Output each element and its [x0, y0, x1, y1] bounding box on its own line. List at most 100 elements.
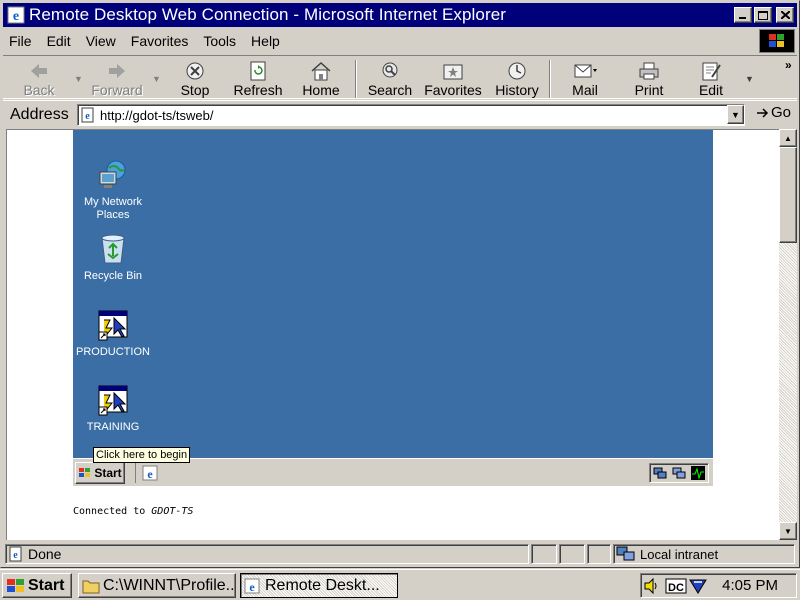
maximize-button[interactable]: [754, 7, 772, 23]
antivirus-icon[interactable]: [689, 577, 707, 595]
svg-text:e: e: [85, 111, 90, 122]
security-zone[interactable]: Local intranet: [613, 544, 795, 564]
windows-flag-icon: [7, 578, 24, 592]
svg-text:DC: DC: [668, 582, 684, 594]
desktop-icon-my-network-places[interactable]: My Network Places: [73, 158, 153, 222]
home-button[interactable]: Home: [299, 58, 343, 98]
shortcut-app-icon: [98, 310, 128, 341]
connected-server: GDOT-TS: [151, 506, 194, 517]
forward-arrow-icon: [109, 64, 125, 78]
maximize-icon: [758, 10, 768, 20]
minimize-button[interactable]: [734, 7, 752, 23]
ie-icon[interactable]: e: [142, 465, 158, 481]
edit-dropdown-icon[interactable]: ▼: [745, 74, 754, 84]
title-bar[interactable]: e Remote Desktop Web Connection - Micros…: [3, 3, 797, 27]
connection-status: Connected to GDOT-TS: [73, 506, 193, 517]
menu-bar: File Edit View Favorites Tools Help: [3, 29, 797, 53]
remote-system-tray: [649, 463, 709, 483]
svg-text:e: e: [249, 580, 255, 594]
desktop-icon-recycle-bin[interactable]: Recycle Bin: [73, 232, 153, 283]
stop-button[interactable]: Stop: [175, 58, 215, 98]
scroll-up-button[interactable]: ▲: [779, 129, 797, 147]
connected-prefix: Connected to: [73, 506, 152, 517]
performance-monitor-icon[interactable]: [691, 466, 706, 480]
stop-icon: [186, 62, 204, 80]
task-label: Remote Deskt...: [265, 576, 380, 594]
toolbar-separator: [549, 60, 551, 98]
edit-button[interactable]: Edit: [693, 58, 729, 98]
mail-button[interactable]: Mail: [565, 58, 605, 98]
windows-flag-icon: [79, 468, 91, 477]
home-icon: [311, 61, 331, 81]
remote-start-button[interactable]: Start: [75, 462, 125, 484]
print-icon: [639, 62, 659, 80]
history-icon: [508, 62, 526, 80]
desktop-icon-label: Places: [96, 209, 130, 221]
print-button[interactable]: Print: [629, 58, 669, 98]
back-button[interactable]: Back: [19, 58, 59, 98]
desktop-icon-label: Recycle Bin: [83, 270, 143, 282]
network-icon[interactable]: [653, 466, 667, 480]
search-icon: [382, 62, 398, 78]
menu-edit[interactable]: Edit: [47, 33, 71, 49]
forward-dropdown-icon[interactable]: ▼: [152, 74, 161, 84]
chevron-down-icon: ▼: [784, 526, 792, 536]
forward-button[interactable]: Forward: [89, 58, 145, 98]
close-button[interactable]: [776, 7, 794, 23]
history-button[interactable]: History: [493, 58, 541, 98]
desktop-icon-training[interactable]: TRAINING: [73, 383, 153, 434]
toolbar-more-chevron[interactable]: »: [785, 58, 792, 72]
network-icon[interactable]: [672, 466, 686, 480]
vertical-scrollbar[interactable]: ▲ ▼: [779, 129, 797, 540]
address-dropdown-button[interactable]: ▼: [727, 105, 744, 124]
remote-desktop-screen[interactable]: My Network Places Recycle Bin PRODUCTION…: [73, 130, 713, 486]
task-button-remote-desktop[interactable]: e Remote Deskt...: [240, 573, 398, 598]
ie-window: e Remote Desktop Web Connection - Micros…: [0, 0, 800, 568]
go-arrow-icon: [757, 107, 769, 118]
back-dropdown-icon[interactable]: ▼: [74, 74, 83, 84]
go-button[interactable]: Go: [755, 104, 791, 121]
start-button[interactable]: Start: [2, 573, 72, 598]
status-panel: [559, 544, 585, 564]
desktop-icon-label: TRAINING: [86, 421, 140, 433]
svg-text:e: e: [147, 467, 153, 481]
windows-logo-throbber: [759, 29, 795, 53]
ie-icon: e: [244, 578, 260, 594]
close-icon: [780, 11, 790, 19]
menu-file[interactable]: File: [9, 33, 32, 49]
search-label: Search: [367, 82, 413, 98]
back-label: Back: [23, 82, 55, 98]
volume-icon[interactable]: [643, 577, 661, 595]
address-bar: Address e http://gdot-ts/tsweb/ ▼ Go: [3, 100, 797, 128]
page-content: My Network Places Recycle Bin PRODUCTION…: [6, 129, 779, 540]
back-arrow-icon: [31, 64, 47, 78]
address-url: http://gdot-ts/tsweb/: [100, 107, 214, 123]
windows-flag-icon: [769, 34, 784, 47]
address-input[interactable]: e http://gdot-ts/tsweb/ ▼: [77, 104, 745, 126]
clock[interactable]: 4:05 PM: [722, 577, 778, 594]
address-label: Address: [10, 105, 69, 123]
page-done-icon: e: [9, 546, 22, 562]
dc-tray-icon[interactable]: DC: [665, 577, 687, 595]
search-button[interactable]: Search: [367, 58, 413, 98]
system-tray: DC 4:05 PM: [640, 573, 797, 598]
scroll-down-button[interactable]: ▼: [779, 522, 797, 540]
remote-quick-launch: e: [135, 463, 175, 483]
refresh-button[interactable]: Refresh: [231, 58, 285, 98]
network-places-icon: [99, 160, 126, 188]
svg-text:e: e: [13, 550, 18, 561]
menu-help[interactable]: Help: [251, 33, 280, 49]
menu-favorites[interactable]: Favorites: [131, 33, 189, 49]
menu-tools[interactable]: Tools: [203, 33, 236, 49]
scrollbar-thumb[interactable]: [779, 147, 797, 243]
shortcut-app-icon: [98, 385, 128, 416]
desktop-icon-production[interactable]: PRODUCTION: [73, 308, 153, 359]
refresh-label: Refresh: [233, 82, 283, 98]
intranet-icon: [616, 546, 635, 561]
print-label: Print: [634, 82, 664, 98]
task-button-explorer[interactable]: C:\WINNT\Profile...: [78, 573, 236, 598]
favorites-button[interactable]: Favorites: [423, 58, 483, 98]
menu-view[interactable]: View: [86, 33, 116, 49]
home-label: Home: [302, 82, 340, 98]
favorites-icon: [443, 64, 463, 80]
